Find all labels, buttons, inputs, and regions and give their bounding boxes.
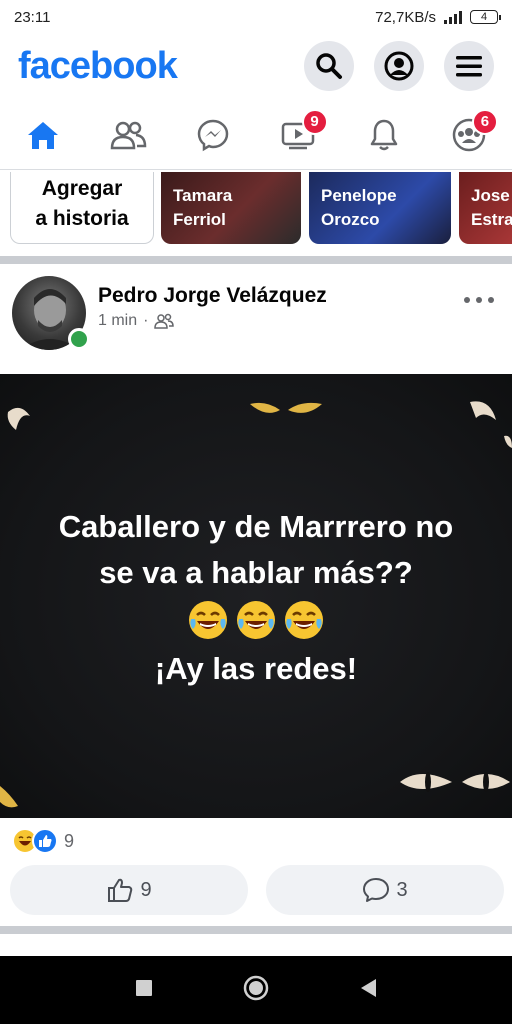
post-text-line3: ¡Ay las redes! bbox=[154, 651, 358, 686]
more-dot bbox=[476, 297, 482, 303]
app-header: facebook bbox=[0, 34, 512, 98]
laughing-crying-emoji-icon bbox=[189, 601, 227, 639]
back-button[interactable] bbox=[358, 977, 378, 1004]
signal-icon bbox=[444, 10, 462, 24]
search-button[interactable] bbox=[304, 41, 354, 91]
post-text-line1: Caballero y de Marrrero no bbox=[58, 509, 454, 544]
story-name-line1: Penelope bbox=[321, 186, 397, 205]
profile-icon bbox=[384, 51, 414, 81]
section-divider bbox=[0, 256, 512, 264]
add-story-label-2: a historia bbox=[35, 207, 129, 230]
post-more-options-button[interactable] bbox=[464, 294, 494, 306]
hamburger-menu-icon bbox=[456, 56, 482, 77]
tab-groups[interactable]: 6 bbox=[440, 107, 498, 163]
tab-friends[interactable] bbox=[99, 107, 157, 163]
post-text-line2: se va a hablar más?? bbox=[99, 555, 413, 590]
reaction-count: 9 bbox=[64, 830, 75, 851]
recent-apps-button[interactable] bbox=[134, 978, 154, 1003]
back-triangle-icon bbox=[361, 978, 376, 997]
section-divider bbox=[0, 926, 512, 934]
post-meta: 1 min · bbox=[98, 312, 175, 330]
online-status-dot bbox=[68, 328, 90, 350]
story-name-line2: Ferriol bbox=[173, 210, 226, 229]
groups-badge: 6 bbox=[471, 108, 498, 135]
tab-messenger[interactable] bbox=[184, 107, 242, 163]
search-icon bbox=[316, 53, 342, 79]
facebook-logo[interactable]: facebook bbox=[18, 45, 178, 88]
menu-button[interactable] bbox=[444, 41, 494, 91]
header-actions bbox=[304, 41, 494, 91]
post-actions: 9 3 bbox=[10, 865, 504, 917]
bell-icon bbox=[370, 119, 397, 150]
story-name-line1: Tamara bbox=[173, 186, 233, 205]
system-navigation-bar bbox=[0, 956, 512, 1024]
post-image-text: Caballero y de Marrrero no se va a habla… bbox=[0, 504, 512, 692]
reactions-summary[interactable]: 9 bbox=[12, 826, 74, 856]
tab-watch[interactable]: 9 bbox=[270, 107, 328, 163]
status-bar: 23:11 72,7KB/s 4 bbox=[0, 0, 512, 34]
add-story-label-1: Agregar bbox=[41, 177, 123, 200]
laughing-crying-emoji-icon bbox=[237, 601, 275, 639]
comment-count: 3 bbox=[396, 878, 408, 901]
laughing-emoji-row bbox=[0, 598, 512, 642]
thumbs-up-icon bbox=[108, 878, 133, 902]
status-indicators: 72,7KB/s 4 bbox=[375, 8, 501, 26]
post-author-name[interactable]: Pedro Jorge Velázquez bbox=[98, 284, 327, 308]
comment-button[interactable]: 3 bbox=[266, 865, 504, 915]
network-speed: 72,7KB/s bbox=[375, 8, 436, 26]
tab-home[interactable] bbox=[14, 107, 72, 163]
story-name-line1: Jose bbox=[471, 186, 510, 205]
like-button[interactable]: 9 bbox=[10, 865, 248, 915]
circle-home-icon bbox=[243, 975, 269, 1000]
comment-icon bbox=[363, 878, 390, 902]
status-time: 23:11 bbox=[14, 8, 51, 26]
like-count: 9 bbox=[140, 878, 152, 901]
friends-audience-icon bbox=[154, 313, 175, 329]
story-card[interactable]: Tamara Ferriol bbox=[161, 172, 301, 244]
battery-icon: 4 bbox=[470, 10, 501, 24]
meta-separator: · bbox=[143, 312, 149, 329]
post-image[interactable]: Caballero y de Marrrero no se va a habla… bbox=[0, 374, 512, 818]
battery-level: 4 bbox=[480, 11, 488, 23]
messenger-icon bbox=[198, 119, 229, 151]
story-name-line2: Estra bbox=[471, 210, 512, 229]
profile-button[interactable] bbox=[374, 41, 424, 91]
square-icon bbox=[136, 979, 152, 996]
home-nav-button[interactable] bbox=[242, 974, 270, 1007]
home-icon bbox=[28, 121, 58, 149]
post-time[interactable]: 1 min bbox=[98, 312, 137, 330]
tab-notifications[interactable] bbox=[355, 107, 413, 163]
main-tabs: 9 6 bbox=[0, 100, 512, 170]
more-dot bbox=[464, 297, 470, 303]
like-reaction-icon bbox=[32, 828, 58, 854]
post-header: Pedro Jorge Velázquez 1 min · bbox=[0, 272, 512, 362]
next-post-preview bbox=[0, 936, 512, 958]
friends-icon bbox=[110, 121, 147, 149]
watch-badge: 9 bbox=[301, 108, 328, 135]
story-name-line2: Orozco bbox=[321, 210, 380, 229]
laughing-crying-emoji-icon bbox=[285, 601, 323, 639]
stories-tray: Agregar a historia Tamara Ferriol Penelo… bbox=[0, 172, 512, 254]
add-story-card[interactable]: Agregar a historia bbox=[10, 172, 154, 244]
story-card[interactable]: Penelope Orozco bbox=[309, 172, 451, 244]
more-dot bbox=[488, 297, 494, 303]
story-card[interactable]: Jose Estra bbox=[459, 172, 512, 244]
